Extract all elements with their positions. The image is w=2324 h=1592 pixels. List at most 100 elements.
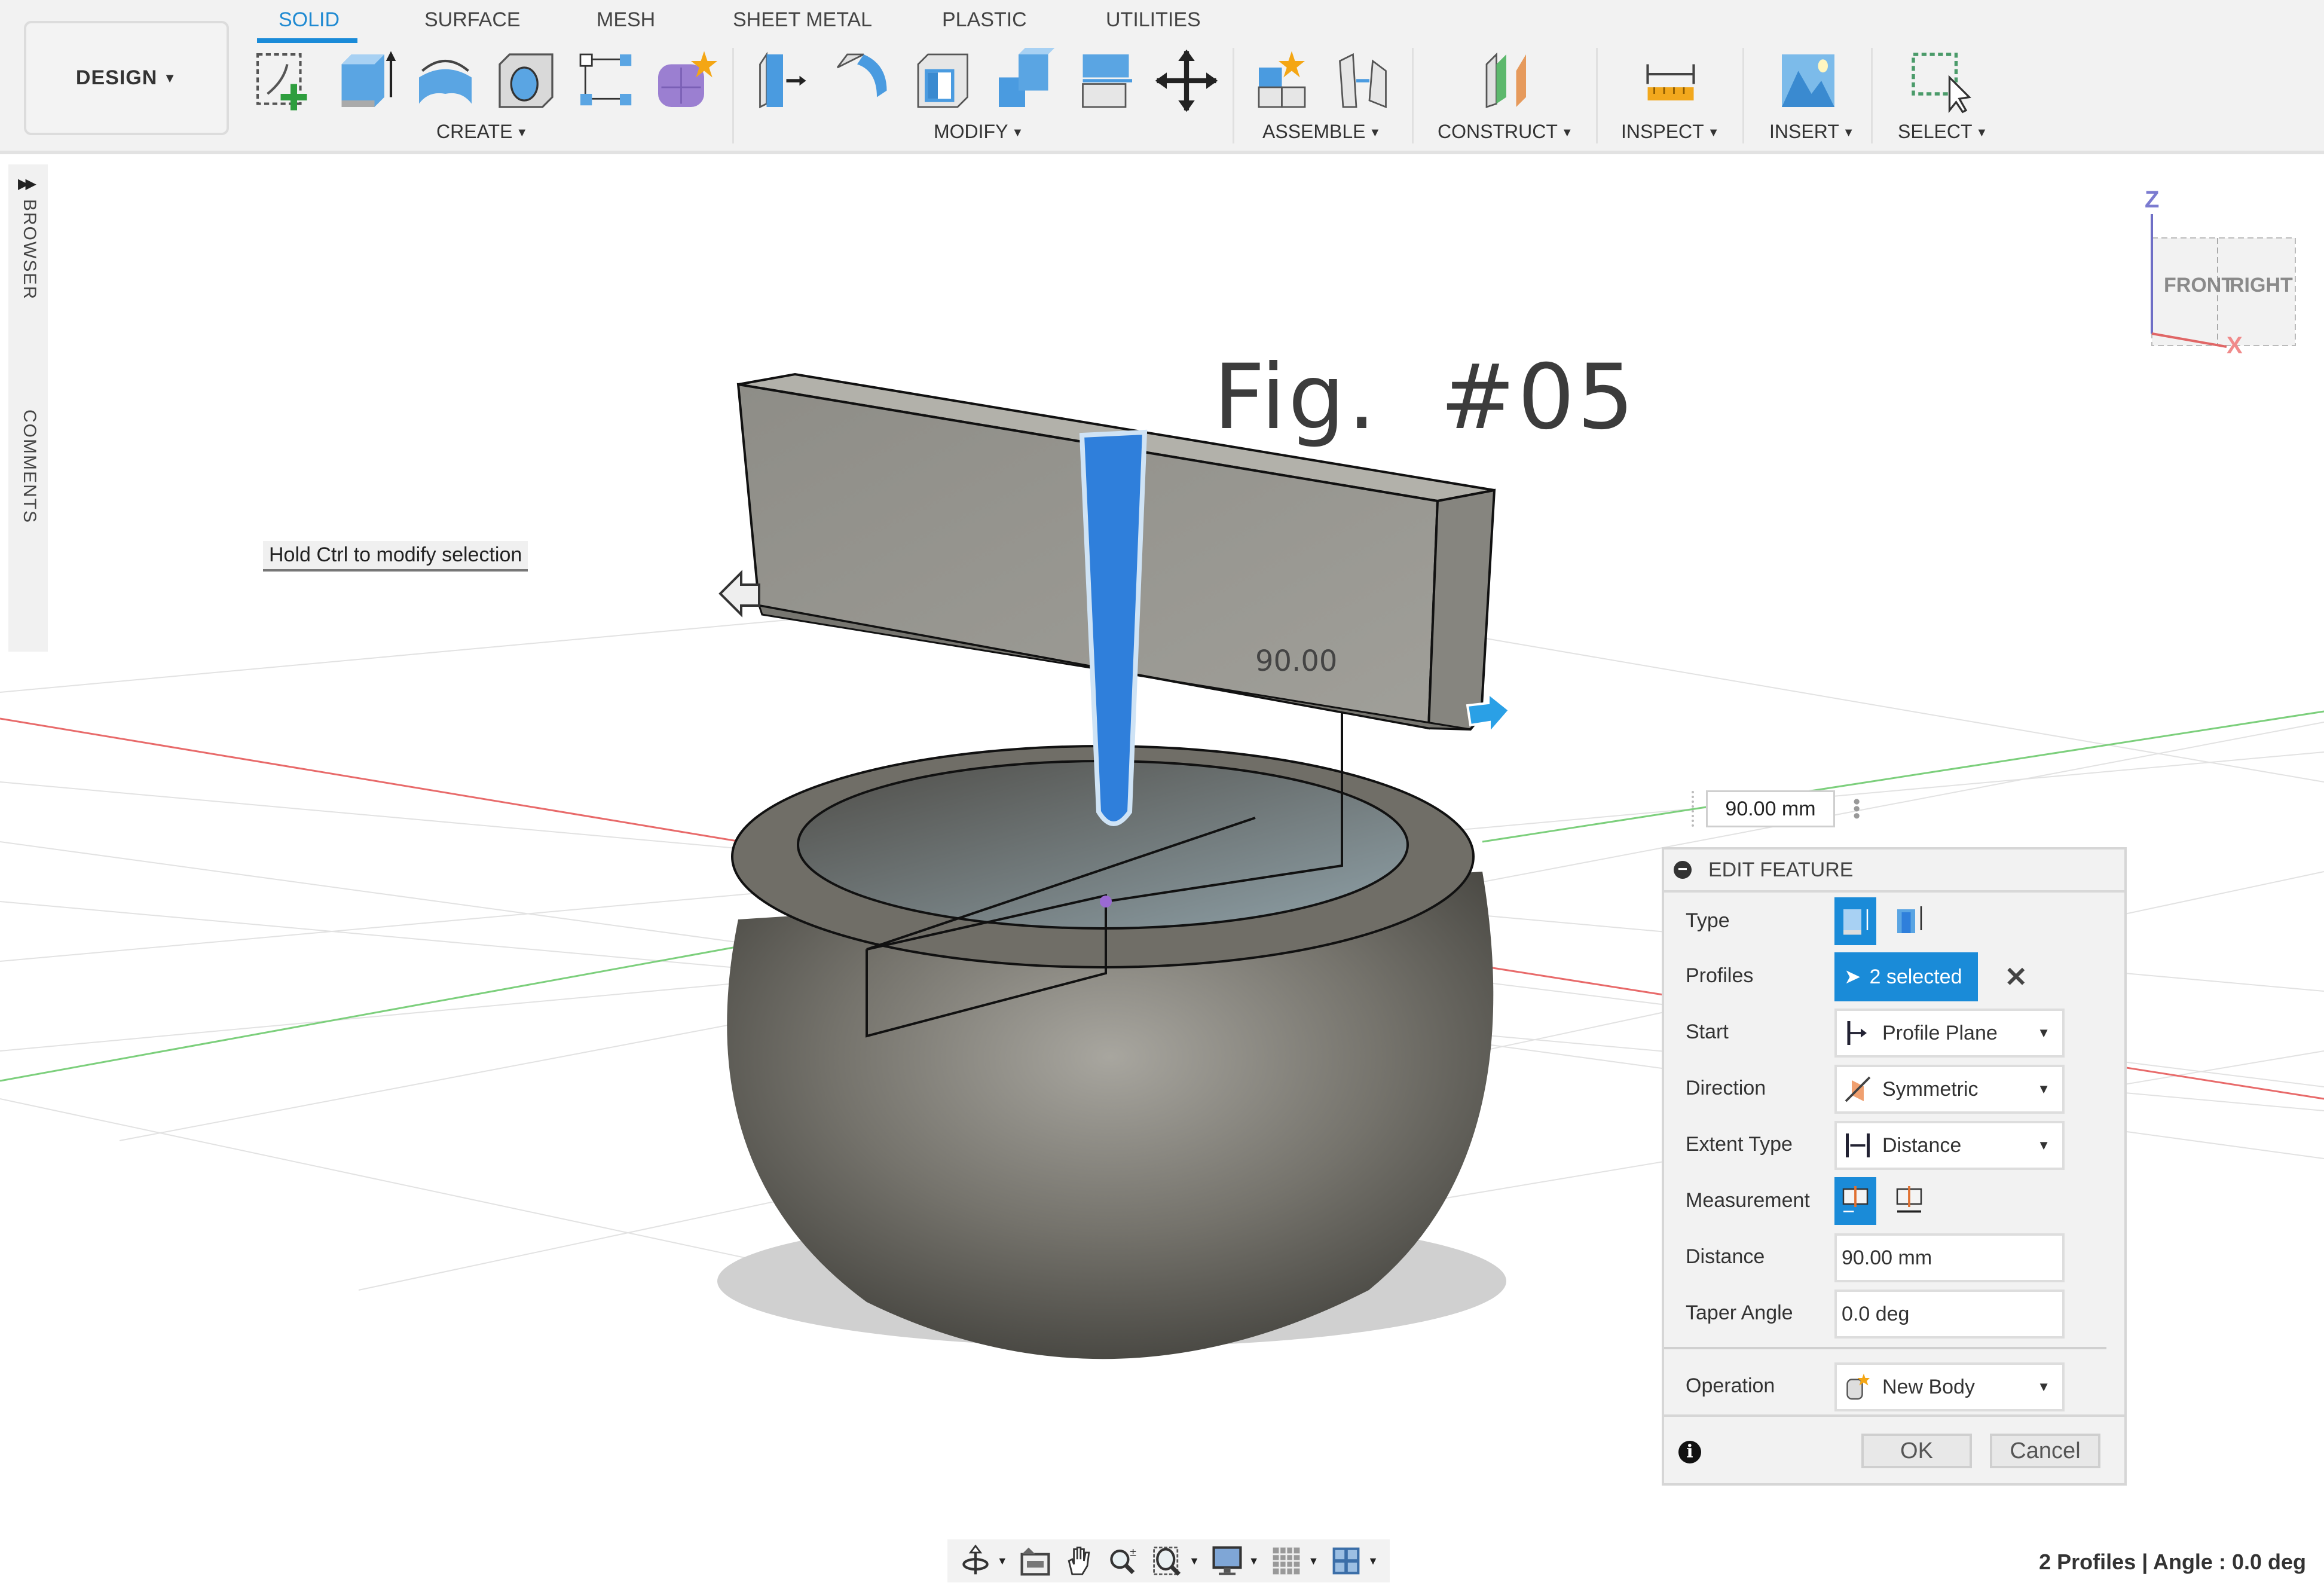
create-form-icon[interactable] [652, 48, 717, 114]
info-icon[interactable]: i [1678, 1441, 1701, 1463]
create-menu[interactable]: CREATE ▼ [436, 121, 528, 143]
press-pull-icon[interactable] [750, 48, 816, 114]
rectangular-pattern-icon[interactable] [574, 48, 640, 114]
expand-browser-icon[interactable]: ▶▶ [18, 175, 36, 192]
caret-down-icon: ▼ [2037, 1081, 2050, 1096]
caret-down-icon: ▼ [1308, 1554, 1319, 1567]
distance-manipulator-input[interactable]: 90.00 mm [1706, 790, 1835, 827]
taper-angle-row: Taper Angle 0.0 deg [1664, 1290, 2124, 1339]
measurement-row: Measurement [1664, 1177, 2124, 1225]
viewports-button[interactable]: ▼ [1329, 1544, 1378, 1578]
revolve-icon[interactable] [412, 48, 478, 114]
comments-tab[interactable]: COMMENTS [19, 410, 39, 524]
orbit-button[interactable]: ▼ [959, 1544, 1008, 1578]
caret-down-icon: ▼ [516, 126, 528, 140]
operation-value: New Body [1882, 1375, 1975, 1398]
y-axis-line [0, 936, 790, 1082]
thin-extrude-icon[interactable] [1888, 897, 1930, 945]
inspect-menu[interactable]: INSPECT ▼ [1621, 121, 1719, 143]
whole-length-icon[interactable] [1888, 1177, 1930, 1225]
profiles-selection-button[interactable]: ➤ 2 selected [1834, 952, 1978, 1001]
grid-settings-button[interactable]: ▼ [1270, 1544, 1319, 1578]
shell-icon[interactable] [912, 48, 977, 114]
tab-mesh[interactable]: MESH [597, 8, 655, 32]
symmetric-icon [1845, 1076, 1871, 1102]
move-copy-icon[interactable] [1154, 48, 1219, 114]
pan-button[interactable] [1062, 1544, 1096, 1578]
new-component-icon[interactable] [1252, 48, 1318, 114]
tab-plastic[interactable]: PLASTIC [942, 8, 1027, 32]
hole-icon[interactable] [493, 48, 559, 114]
tab-surface[interactable]: SURFACE [424, 8, 521, 32]
direction-dropdown[interactable]: Symmetric ▼ [1834, 1065, 2065, 1114]
joint-icon[interactable] [1330, 48, 1396, 114]
combine-icon[interactable] [992, 48, 1058, 114]
drag-handle[interactable] [1692, 791, 1700, 827]
view-cube[interactable]: FRONT RIGHT Z X [2140, 187, 2307, 359]
figure-title: Fig. #05 [1213, 346, 1637, 450]
clear-selection-icon[interactable]: ✕ [2004, 952, 2028, 1001]
create-sketch-icon[interactable] [251, 48, 317, 114]
group-separator [732, 48, 734, 143]
dimension-label[interactable]: 90.00 [1255, 644, 1337, 678]
taper-angle-label: Taper Angle [1686, 1301, 1793, 1324]
assemble-menu[interactable]: ASSEMBLE ▼ [1262, 121, 1381, 143]
measure-icon[interactable] [1638, 48, 1704, 114]
taper-angle-input[interactable]: 0.0 deg [1834, 1290, 2065, 1339]
tab-solid[interactable]: SOLID [279, 8, 340, 32]
distance-input[interactable]: 90.00 mm [1834, 1233, 2065, 1282]
zoom-button[interactable]: ± [1106, 1544, 1140, 1578]
caret-down-icon: ▼ [1369, 126, 1381, 140]
distance-manipulator[interactable]: 90.00 mm ••• [1692, 788, 1871, 830]
group-separator [1596, 48, 1598, 143]
zoom-icon: ± [1110, 1546, 1136, 1575]
start-dropdown[interactable]: Profile Plane ▼ [1834, 1009, 2065, 1058]
view-cube-right[interactable]: RIGHT [2230, 274, 2293, 297]
distance-label: Distance [1686, 1245, 1765, 1268]
construct-menu[interactable]: CONSTRUCT ▼ [1438, 121, 1573, 143]
caret-down-icon: ▼ [1368, 1554, 1378, 1567]
tab-utilities[interactable]: UTILITIES [1106, 8, 1201, 32]
offset-plane-icon[interactable] [1473, 48, 1539, 114]
modify-menu[interactable]: MODIFY ▼ [934, 121, 1023, 143]
extent-type-value: Distance [1882, 1133, 1962, 1157]
workspace-switcher[interactable]: DESIGN ▼ [24, 21, 229, 135]
ok-button[interactable]: OK [1861, 1434, 1972, 1468]
select-menu-label: SELECT [1898, 121, 1973, 142]
look-at-button[interactable] [1019, 1544, 1052, 1578]
insert-image-icon[interactable] [1775, 48, 1841, 114]
group-separator [1412, 48, 1414, 143]
side-panel: ▶▶ BROWSER COMMENTS [8, 164, 48, 652]
browser-tab[interactable]: BROWSER [19, 199, 39, 300]
fillet-icon[interactable] [831, 48, 897, 114]
select-menu[interactable]: SELECT ▼ [1898, 121, 1987, 143]
display-settings-button[interactable]: ▼ [1210, 1544, 1259, 1578]
offset-face-icon[interactable] [1073, 48, 1139, 114]
extrude-icon[interactable] [332, 48, 397, 114]
tab-sheet-metal[interactable]: SHEET METAL [733, 8, 872, 32]
view-cube-front[interactable]: FRONT [2164, 274, 2234, 297]
caret-down-icon: ▼ [2037, 1138, 2050, 1153]
caret-down-icon: ▼ [1248, 1554, 1259, 1567]
manipulator-arrow-left-icon [718, 570, 760, 618]
insert-menu[interactable]: INSERT ▼ [1769, 121, 1855, 143]
caret-down-icon: ▼ [1976, 126, 1988, 140]
operation-dropdown[interactable]: New Body ▼ [1834, 1362, 2065, 1411]
collapse-icon[interactable]: − [1674, 861, 1692, 879]
more-options-icon[interactable]: ••• [1845, 798, 1868, 820]
cancel-button[interactable]: Cancel [1990, 1434, 2100, 1468]
group-separator [1871, 48, 1873, 143]
window-select-icon[interactable] [1907, 48, 1973, 114]
solid-extrude-icon[interactable] [1834, 897, 1876, 945]
distance-icon [1846, 1133, 1870, 1157]
viewports-icon [1332, 1547, 1360, 1575]
start-value: Profile Plane [1882, 1021, 1998, 1044]
y-axis-line [1482, 710, 2324, 843]
half-length-icon[interactable] [1834, 1177, 1876, 1225]
display-settings-icon [1212, 1546, 1242, 1575]
caret-down-icon: ▼ [1189, 1554, 1200, 1567]
extent-type-dropdown[interactable]: Distance ▼ [1834, 1121, 2065, 1170]
fit-button[interactable]: ▼ [1151, 1544, 1200, 1578]
direction-row: Direction Symmetric ▼ [1664, 1065, 2124, 1114]
fit-icon [1153, 1547, 1181, 1576]
